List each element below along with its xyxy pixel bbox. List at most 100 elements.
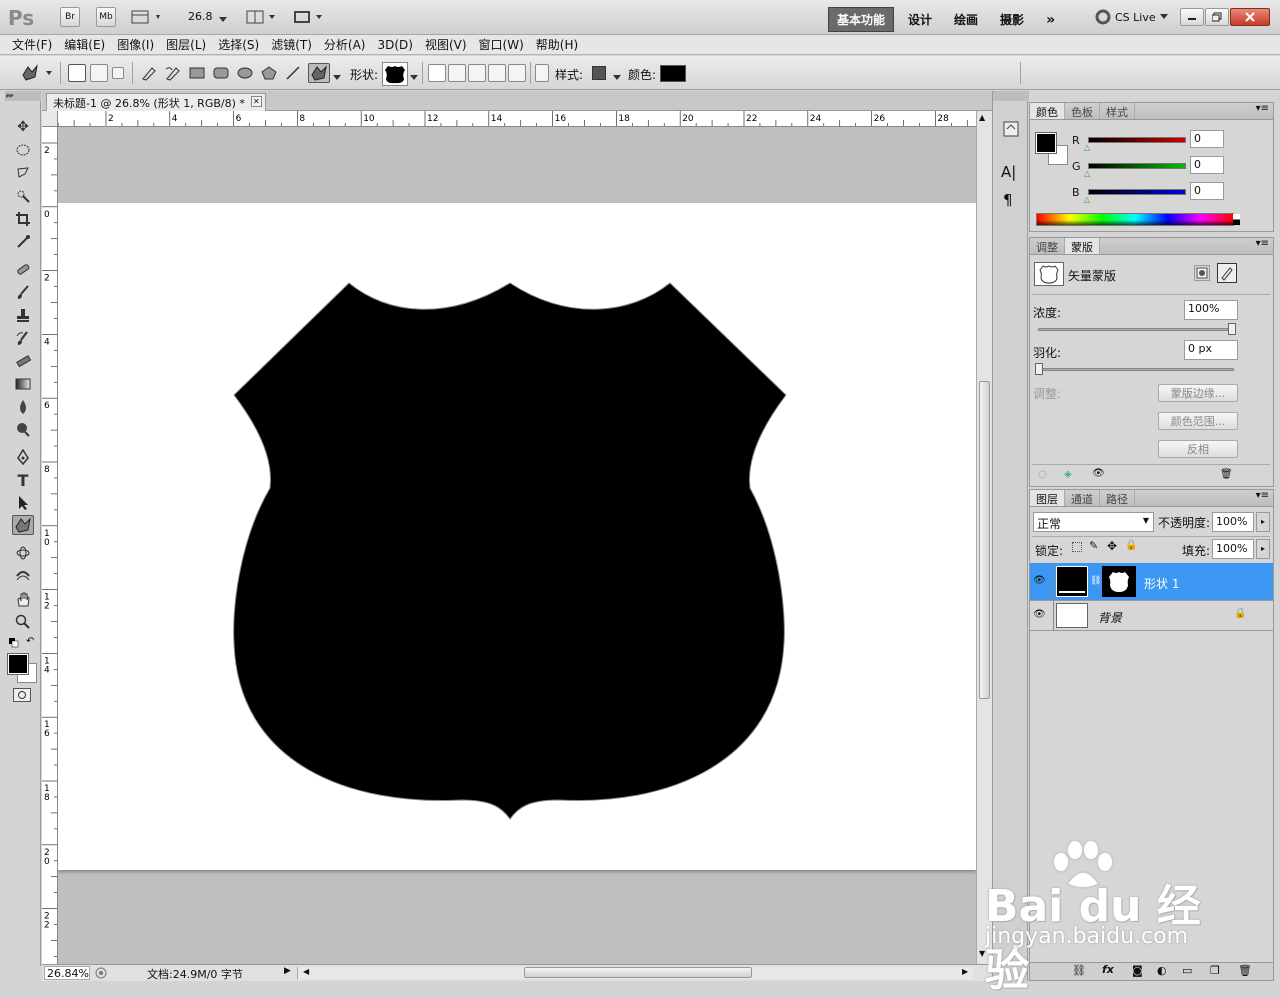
channel-b-slider-thumb-icon[interactable]: △ — [1084, 195, 1090, 204]
intersect-shape-areas-icon[interactable] — [488, 64, 506, 82]
vertical-ruler[interactable]: 20246810121416182022 — [42, 127, 58, 965]
feather-input[interactable]: 0 px — [1184, 340, 1238, 360]
menu-analysis[interactable]: 分析(A) — [318, 36, 372, 53]
horizontal-scrollbar[interactable]: ◀ ▶ — [297, 967, 973, 979]
tab-styles[interactable]: 样式 — [1100, 103, 1135, 119]
shape-dropdown-icon[interactable] — [410, 70, 418, 84]
default-colors-icon[interactable] — [9, 637, 19, 651]
more-workspaces-icon[interactable]: » — [1038, 9, 1063, 31]
menu-window[interactable]: 窗口(W) — [473, 36, 530, 53]
gradient-tool-icon[interactable] — [12, 374, 34, 394]
menu-3d[interactable]: 3D(D) — [371, 38, 418, 52]
3d-rotate-tool-icon[interactable] — [12, 543, 34, 563]
canvas-area[interactable] — [58, 127, 976, 965]
color-spectrum-ramp[interactable] — [1036, 213, 1240, 226]
menu-layer[interactable]: 图层(L) — [160, 36, 212, 53]
layer-row-shape1[interactable]: 👁 ⛓ 形状 1 — [1030, 563, 1273, 601]
arrange-documents-button[interactable] — [245, 9, 279, 25]
dodge-tool-icon[interactable] — [12, 420, 34, 440]
feather-slider-thumb[interactable] — [1035, 363, 1043, 375]
tool-preset-picker[interactable] — [20, 63, 56, 86]
new-shape-layer-icon[interactable] — [428, 64, 446, 82]
feather-slider[interactable] — [1038, 368, 1234, 371]
character-panel-icon[interactable]: A| — [1001, 163, 1016, 181]
history-brush-tool-icon[interactable] — [12, 328, 34, 348]
tab-channels[interactable]: 通道 — [1065, 490, 1100, 506]
document-canvas[interactable] — [58, 203, 976, 870]
rounded-rectangle-tool-icon[interactable] — [212, 66, 230, 83]
lock-image-pixels-icon[interactable]: ✎ — [1089, 539, 1098, 552]
subtract-shape-area-icon[interactable] — [468, 64, 486, 82]
paragraph-panel-icon[interactable]: ¶ — [1003, 191, 1013, 209]
scroll-up-icon[interactable]: ▲ — [979, 113, 985, 122]
rectangle-tool-icon[interactable] — [188, 66, 206, 83]
mini-bridge-button[interactable]: Mb — [96, 7, 116, 27]
workspace-design[interactable]: 设计 — [900, 8, 940, 31]
vertical-scrollbar[interactable]: ▲ ▼ — [976, 111, 992, 965]
status-zoom[interactable]: 26.84% — [44, 966, 90, 980]
link-style-icon[interactable] — [535, 64, 549, 82]
zoom-level[interactable]: 26.8 — [188, 10, 213, 23]
fill-pixels-mode-icon[interactable] — [112, 67, 124, 79]
line-tool-icon[interactable] — [284, 65, 302, 84]
path-selection-tool-icon[interactable] — [12, 493, 34, 513]
delete-layer-icon[interactable]: 🗑 — [1238, 964, 1252, 977]
type-tool-icon[interactable]: T — [12, 470, 34, 490]
add-mask-icon[interactable]: ◙ — [1132, 964, 1143, 977]
tab-adjustments[interactable]: 调整 — [1030, 238, 1065, 254]
new-group-icon[interactable]: ▭ — [1182, 964, 1192, 977]
ellipse-tool-icon[interactable] — [236, 66, 254, 83]
delete-mask-icon[interactable]: 🗑 — [1220, 469, 1233, 480]
ruler-origin[interactable] — [42, 111, 58, 127]
vector-mask-button[interactable] — [1217, 263, 1237, 283]
lock-transparent-pixels-icon[interactable] — [1072, 542, 1082, 552]
crop-tool-icon[interactable] — [12, 209, 34, 229]
foreground-color-swatch[interactable] — [7, 653, 29, 675]
style-dropdown-icon[interactable] — [613, 70, 621, 84]
tab-color[interactable]: 颜色 — [1030, 103, 1065, 119]
menu-view[interactable]: 视图(V) — [419, 36, 473, 53]
scroll-right-icon[interactable]: ▶ — [962, 967, 968, 976]
screen-mode-button[interactable] — [292, 9, 326, 25]
add-to-shape-area-icon[interactable] — [448, 64, 466, 82]
density-slider-thumb[interactable] — [1228, 323, 1236, 335]
toggle-mask-visibility-icon[interactable]: 👁 — [1092, 468, 1105, 479]
clone-stamp-tool-icon[interactable] — [12, 305, 34, 325]
lock-position-icon[interactable]: ✥ — [1107, 539, 1117, 553]
zoom-dropdown-icon[interactable] — [219, 12, 227, 26]
quick-selection-tool-icon[interactable] — [12, 186, 34, 206]
masks-panel-menu-icon[interactable]: ▾≡ — [1256, 238, 1273, 254]
horizontal-ruler[interactable]: 2 4 6 8 10 12 14 16 18 20 22 24 26 28 — [58, 111, 976, 127]
apply-mask-icon[interactable]: ◈ — [1064, 469, 1072, 480]
layer-style-icon[interactable]: fx — [1102, 963, 1114, 976]
vertical-scroll-thumb[interactable] — [979, 381, 990, 699]
status-menu-arrow-icon[interactable]: ▶ — [284, 966, 291, 976]
channel-b-input[interactable]: 0 — [1190, 182, 1224, 200]
channel-r-slider-thumb-icon[interactable]: △ — [1084, 143, 1090, 152]
channel-g-slider-thumb-icon[interactable]: △ — [1084, 169, 1090, 178]
menu-file[interactable]: 文件(F) — [6, 36, 58, 53]
pen-tool-icon[interactable] — [12, 447, 34, 467]
close-button[interactable] — [1230, 8, 1270, 26]
3d-camera-tool-icon[interactable] — [12, 566, 34, 586]
menu-filter[interactable]: 滤镜(T) — [265, 36, 318, 53]
zoom-tool-icon[interactable] — [12, 612, 34, 632]
background-visibility-icon[interactable]: 👁 — [1033, 609, 1046, 620]
opacity-input[interactable]: 100% — [1212, 512, 1254, 532]
status-info-icon[interactable] — [95, 967, 107, 982]
shield-shape-layer[interactable] — [58, 203, 976, 870]
swap-colors-icon[interactable]: ↶ — [26, 636, 34, 647]
channel-g-input[interactable]: 0 — [1190, 156, 1224, 174]
custom-shape-tool-active-icon[interactable] — [12, 515, 34, 535]
history-panel-icon[interactable] — [1001, 119, 1021, 142]
density-slider[interactable] — [1038, 328, 1234, 331]
fill-input[interactable]: 100% — [1212, 539, 1254, 559]
bridge-button[interactable]: Br — [60, 7, 80, 27]
layer-visibility-icon[interactable]: 👁 — [1033, 575, 1046, 586]
tab-paths[interactable]: 路径 — [1100, 490, 1135, 506]
workspace-essentials[interactable]: 基本功能 — [828, 7, 895, 32]
pen-tool-icon[interactable] — [140, 65, 158, 84]
custom-shape-tool-button[interactable] — [308, 63, 330, 83]
strip-header[interactable] — [993, 91, 1029, 101]
lasso-tool-icon[interactable] — [12, 163, 34, 183]
